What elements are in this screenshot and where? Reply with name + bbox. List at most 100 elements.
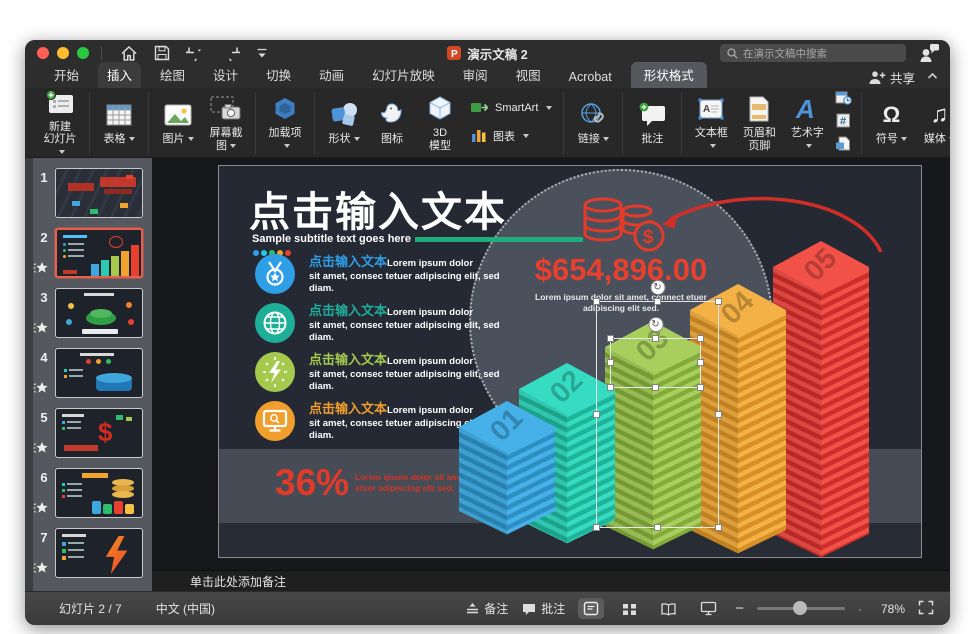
transition-star-icon [33,261,49,280]
slide-sorter-view-button[interactable] [617,599,642,619]
presentation-icon [700,601,717,616]
selection-handle-bl[interactable] [593,524,600,531]
tab-acrobat[interactable]: Acrobat [560,67,621,88]
slide-thumbnail-4[interactable] [55,348,143,398]
slideshow-view-button[interactable] [695,598,722,619]
presenter-coach-icon[interactable] [918,43,940,68]
selection-handle-t[interactable] [652,335,659,342]
language-indicator[interactable]: 中文 (中国) [156,600,215,617]
bullet-text[interactable]: 点击输入文本Lorem ipsum dolorsit amet, consec … [309,303,509,345]
customize-toolbar-icon[interactable] [256,46,268,60]
tab-design[interactable]: 设计 [204,62,247,88]
tab-insert[interactable]: 插入 [98,62,141,88]
chart-bar-01[interactable]: 01 [459,401,555,534]
ribbon-button-object[interactable] [835,136,852,156]
ribbon-button-table[interactable]: 表格 [95,98,143,147]
fit-slide-button[interactable] [918,600,934,618]
slide-subtitle[interactable]: Sample subtitle text goes here [252,233,583,245]
slide-editor[interactable]: 点击输入文本 Sample subtitle text goes here 点击… [218,165,922,558]
selection-handle-br[interactable] [715,524,722,531]
selection-handle-l[interactable] [593,411,600,418]
ribbon-button-picture[interactable]: 图片 [154,98,202,147]
tab-shape-format[interactable]: 形状格式 [631,62,707,88]
zoom-out-button[interactable]: − [735,600,744,617]
search-input[interactable]: 在演示文稿中搜索 [720,44,906,62]
save-icon[interactable] [154,45,170,61]
ribbon-button-3d-model[interactable]: 3D模型 [416,92,464,153]
selection-handle-r[interactable] [715,411,722,418]
bar-label: 04 [715,285,761,331]
rotate-handle[interactable]: ↻ [648,317,663,332]
tab-review[interactable]: 审阅 [454,62,497,88]
home-icon[interactable] [120,45,138,61]
ribbon-button-wordart[interactable]: A艺术字 [783,92,831,153]
bullet-item-2[interactable]: 点击输入文本Lorem ipsum dolorsit amet, consec … [255,303,515,345]
slide-thumbnail-3[interactable] [55,288,143,338]
zoom-window-button[interactable] [77,47,89,59]
zoom-slider-knob[interactable] [793,601,807,615]
tab-animations[interactable]: 动画 [310,62,353,88]
redo-icon[interactable] [223,45,240,61]
ribbon-button-screenshot[interactable]: 屏幕截图 [202,92,250,153]
bullet-item-3[interactable]: 点击输入文本Lorem ipsum dolorsit amet, consec … [255,352,515,394]
ribbon-button-icons[interactable]: 图标 [368,98,416,147]
grid-view-icon [622,602,637,616]
ribbon-button-symbol[interactable]: Ω符号 [867,98,915,147]
tab-draw[interactable]: 绘图 [151,62,194,88]
selection-handle-b[interactable] [652,384,659,391]
ribbon-button-chart[interactable]: 图表 [470,126,552,147]
ribbon-button-header-footer[interactable]: 页眉和页脚 [735,92,783,153]
share-button[interactable]: 共享 [867,68,915,87]
ribbon-button-add-ins[interactable]: 加载项 [261,92,309,153]
ribbon-button-slide-number[interactable]: # [835,113,852,133]
undo-icon[interactable] [186,45,207,61]
selection-handle-b[interactable] [654,524,661,531]
selection-handle-tr[interactable] [697,335,704,342]
notes-toggle-button[interactable]: 备注 [465,600,508,617]
normal-view-button[interactable] [578,598,604,619]
ribbon-button-smartart[interactable]: SmartArt [470,99,552,118]
ribbon-button-link[interactable]: 链接 [569,98,617,147]
collapse-ribbon-icon[interactable] [927,72,938,83]
selection-handle-tl[interactable] [593,298,600,305]
zoom-slider[interactable] [757,607,845,610]
tab-view[interactable]: 视图 [507,62,550,88]
tab-home[interactable]: 开始 [45,62,88,88]
selection-handle-l[interactable] [607,359,614,366]
chart-bar-05[interactable]: 05 [773,241,869,557]
selection-handle-tr[interactable] [715,298,722,305]
slide-thumbnail-5[interactable]: $ [55,408,143,458]
ribbon-button-new-slide[interactable]: 新建幻灯片 [36,86,84,160]
selection-handle-tl[interactable] [607,335,614,342]
ribbon-group: 新建幻灯片 [31,92,90,154]
reading-view-button[interactable] [655,599,682,619]
zoom-in-button[interactable]: · [858,602,862,616]
bullet-text[interactable]: 点击输入文本Lorem ipsum dolorsit amet, consec … [309,352,509,394]
slide-thumbnail-2[interactable] [55,228,143,278]
comment-icon [637,99,667,131]
selection-handle-r[interactable] [697,359,704,366]
ribbon-button-comment[interactable]: 批注 [628,98,676,147]
ribbon-button-date-time[interactable] [835,90,852,110]
percent-text[interactable]: 36% [275,462,349,504]
tab-transitions[interactable]: 切换 [257,62,300,88]
slide-thumbnail-7[interactable] [55,528,143,578]
selection-handle-bl[interactable] [607,384,614,391]
slide-title[interactable]: 点击输入文本 [249,178,507,238]
selection-handle-br[interactable] [697,384,704,391]
ribbon-button-shapes[interactable]: 形状 [320,98,368,147]
comments-toggle-button[interactable]: 批注 [521,600,565,617]
selection-handle-t[interactable] [654,298,661,305]
ribbon-button-media[interactable]: ♫媒体 [915,98,950,147]
notes-pane[interactable]: 单击此处添加备注 [152,570,950,592]
amount-text[interactable]: $654,896.00 [471,252,771,288]
ribbon-button-text-box[interactable]: A文本框 [687,92,735,153]
slide-thumbnail-1[interactable] [55,168,143,218]
rotate-handle[interactable]: ↻ [650,280,665,295]
zoom-percentage[interactable]: 78% [875,602,905,616]
inner-selection-box[interactable]: ↻ [610,338,701,388]
close-window-button[interactable] [37,47,49,59]
minimize-window-button[interactable] [57,47,69,59]
slide-thumbnail-6[interactable] [55,468,143,518]
tab-slideshow[interactable]: 幻灯片放映 [363,62,444,88]
